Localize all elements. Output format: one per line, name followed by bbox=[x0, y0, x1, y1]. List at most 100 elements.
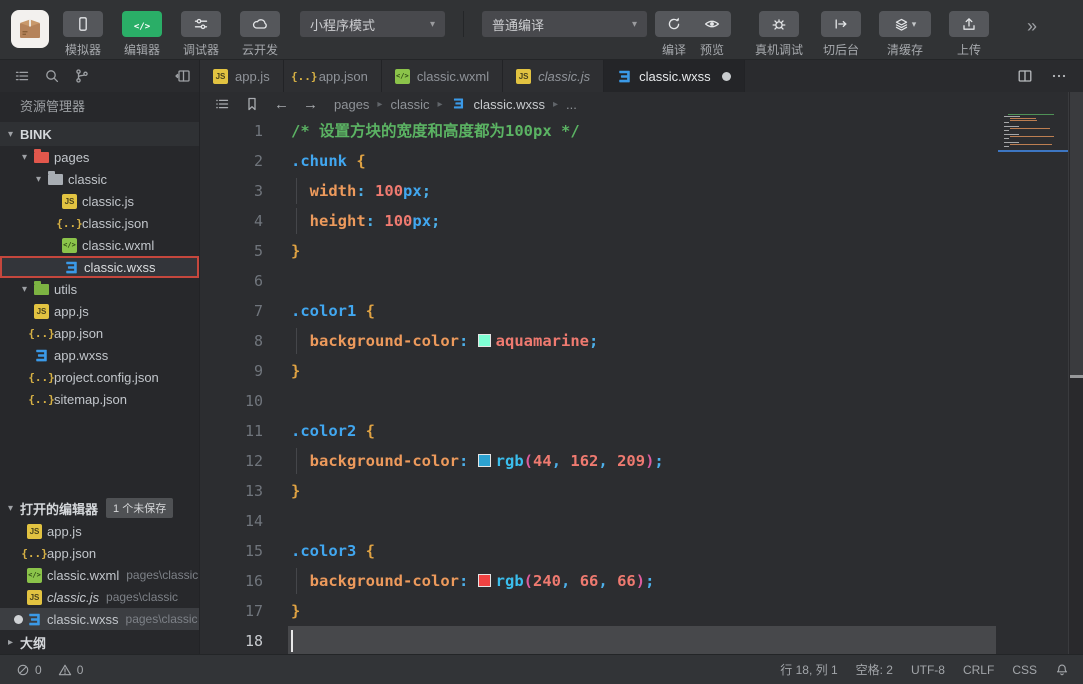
errors-icon[interactable] bbox=[16, 663, 30, 677]
tree-item-classic[interactable]: ▾ classic bbox=[0, 168, 199, 190]
tree-item-classic.wxss[interactable]: classic.wxss bbox=[0, 256, 199, 278]
more-actions-icon[interactable] bbox=[1051, 68, 1067, 84]
code-line-3[interactable]: 3 width: 100px; bbox=[200, 176, 1083, 206]
mode-dropdown[interactable]: 小程序模式 ▾ bbox=[300, 11, 445, 37]
tree-item-classic.json[interactable]: {..} classic.json bbox=[0, 212, 199, 234]
navigate-back-icon[interactable]: ← bbox=[274, 96, 289, 113]
indent-setting[interactable]: 空格: 2 bbox=[856, 661, 893, 678]
json-file-icon: {..} bbox=[28, 370, 55, 384]
search-icon[interactable] bbox=[44, 68, 60, 84]
code-line-4[interactable]: 4 height: 100px; bbox=[200, 206, 1083, 236]
text-cursor bbox=[291, 630, 293, 652]
tab-classic.js[interactable]: JS classic.js bbox=[503, 60, 605, 92]
breadcrumb-file[interactable]: classic.wxss bbox=[474, 97, 546, 112]
code-line-6[interactable]: 6 bbox=[200, 266, 1083, 296]
tab-classic.wxml[interactable]: </> classic.wxml bbox=[381, 60, 504, 92]
code-line-17[interactable]: 17} bbox=[200, 596, 1083, 626]
code-line-15[interactable]: 15 .color3 { bbox=[200, 536, 1083, 566]
toolbar-button-bug[interactable]: 真机调试 bbox=[755, 11, 803, 58]
tab-app.js[interactable]: JS app.js bbox=[200, 60, 284, 92]
tab-app.json[interactable]: {..} app.json bbox=[283, 60, 382, 92]
code-line-7[interactable]: 7 .color1 { bbox=[200, 296, 1083, 326]
code-line-9[interactable]: 9} bbox=[200, 356, 1083, 386]
toolbar-divider bbox=[463, 11, 464, 37]
code-content[interactable]: 1/* 设置方块的宽度和高度都为100px */2 .chunk {3 width… bbox=[200, 116, 1083, 654]
collapse-sidebar-icon[interactable] bbox=[175, 68, 191, 84]
outline-header[interactable]: ▸ 大纲 bbox=[0, 630, 199, 654]
toolbar-button-layers[interactable]: ▾ 清缓存 bbox=[879, 11, 932, 58]
open-editor-classic.wxss[interactable]: classic.wxss pages\classic bbox=[0, 608, 199, 630]
warnings-icon[interactable] bbox=[58, 663, 72, 677]
editor-scrollbar[interactable] bbox=[1068, 92, 1083, 654]
tree-item-classic.wxml[interactable]: </> classic.wxml bbox=[0, 234, 199, 256]
code-line-10[interactable]: 10 bbox=[200, 386, 1083, 416]
toolbar-button-code[interactable]: </> 编辑器 bbox=[122, 11, 162, 58]
split-editor-icon[interactable] bbox=[1017, 68, 1033, 84]
js-file-icon: JS bbox=[27, 523, 42, 539]
outline-label: 大纲 bbox=[20, 635, 47, 651]
breadcrumb-classic[interactable]: classic bbox=[390, 97, 429, 112]
app-logo[interactable] bbox=[11, 10, 49, 48]
json-file-icon: {..} bbox=[28, 326, 55, 340]
sliders-icon bbox=[193, 16, 209, 32]
scrollbar-slider[interactable] bbox=[1070, 92, 1083, 375]
chevron-right-icon: ▸ bbox=[8, 636, 14, 648]
code-line-16[interactable]: 16 background-color: rgb(240, 66, 66); bbox=[200, 566, 1083, 596]
language-mode[interactable]: CSS bbox=[1012, 663, 1037, 677]
git-branch-icon[interactable] bbox=[74, 68, 90, 84]
code-line-13[interactable]: 13} bbox=[200, 476, 1083, 506]
cursor-position[interactable]: 行 18, 列 1 bbox=[780, 661, 837, 678]
tree-item-pages[interactable]: ▾ pages bbox=[0, 146, 199, 168]
color-swatch[interactable] bbox=[477, 574, 491, 587]
encoding-setting[interactable]: UTF-8 bbox=[911, 663, 945, 677]
color-swatch[interactable] bbox=[477, 454, 491, 467]
compile-preview-group bbox=[655, 11, 731, 37]
compile-mode-dropdown[interactable]: 普通编译 ▾ bbox=[482, 11, 647, 37]
toolbar-button-phone[interactable]: 模拟器 bbox=[63, 11, 103, 58]
tree-item-classic.js[interactable]: JS classic.js bbox=[0, 190, 199, 212]
code-line-18[interactable]: 18 bbox=[200, 626, 1083, 654]
breadcrumb-pages[interactable]: pages bbox=[334, 97, 369, 112]
warnings-count[interactable]: 0 bbox=[77, 663, 84, 677]
navigate-forward-icon[interactable]: → bbox=[303, 96, 318, 113]
code-line-8[interactable]: 8 background-color: aquamarine; bbox=[200, 326, 1083, 356]
toolbar-button-upload[interactable]: 上传 bbox=[949, 11, 990, 58]
breadcrumb-more[interactable]: ... bbox=[566, 97, 577, 112]
code-line-2[interactable]: 2 .chunk { bbox=[200, 146, 1083, 176]
bug-icon bbox=[771, 16, 787, 32]
code-line-12[interactable]: 12 background-color: rgb(44, 162, 209); bbox=[200, 446, 1083, 476]
open-editor-app.js[interactable]: JS app.js bbox=[0, 520, 199, 542]
tree-item-sitemap.json[interactable]: {..} sitemap.json bbox=[0, 388, 199, 410]
toolbar-button-sliders[interactable]: 调试器 bbox=[181, 11, 221, 58]
open-editor-classic.js[interactable]: JS classic.js pages\classic bbox=[0, 586, 199, 608]
tree-item-app.js[interactable]: JS app.js bbox=[0, 300, 199, 322]
compile-button[interactable] bbox=[655, 11, 693, 37]
tree-item-app.wxss[interactable]: app.wxss bbox=[0, 344, 199, 366]
errors-count[interactable]: 0 bbox=[35, 663, 42, 677]
eol-setting[interactable]: CRLF bbox=[963, 663, 994, 677]
code-line-1[interactable]: 1/* 设置方块的宽度和高度都为100px */ bbox=[200, 116, 1083, 146]
code-line-5[interactable]: 5} bbox=[200, 236, 1083, 266]
color-swatch[interactable] bbox=[477, 334, 491, 347]
tree-item-project.config.json[interactable]: {..} project.config.json bbox=[0, 366, 199, 388]
toolbar-button-cloud[interactable]: 云开发 bbox=[240, 11, 280, 58]
file-list-icon[interactable] bbox=[14, 68, 30, 84]
tree-item-app.json[interactable]: {..} app.json bbox=[0, 322, 199, 344]
open-editor-classic.wxml[interactable]: </> classic.wxml pages\classic bbox=[0, 564, 199, 586]
line-number: 3 bbox=[253, 182, 263, 200]
open-editors-header[interactable]: ▾ 打开的编辑器 1 个未保存 bbox=[0, 496, 199, 520]
open-editor-app.json[interactable]: {..} app.json bbox=[0, 542, 199, 564]
line-number: 7 bbox=[253, 302, 263, 320]
code-line-14[interactable]: 14 bbox=[200, 506, 1083, 536]
outline-list-icon[interactable] bbox=[214, 96, 230, 112]
tree-item-utils[interactable]: ▾ utils bbox=[0, 278, 199, 300]
code-line-11[interactable]: 11 .color2 { bbox=[200, 416, 1083, 446]
notifications-bell-icon[interactable] bbox=[1055, 663, 1069, 677]
tab-classic.wxss[interactable]: classic.wxss bbox=[604, 60, 745, 92]
project-root-header[interactable]: ▾ BINK bbox=[0, 122, 199, 146]
bookmark-icon[interactable] bbox=[244, 96, 260, 112]
toolbar-overflow-button[interactable]: » bbox=[1027, 16, 1037, 37]
toolbar-button-switch-background[interactable]: 切后台 bbox=[821, 11, 862, 58]
breadcrumb: pages ▸ classic ▸ classic.wxss ▸ ... bbox=[334, 96, 577, 113]
preview-button[interactable] bbox=[693, 11, 731, 37]
